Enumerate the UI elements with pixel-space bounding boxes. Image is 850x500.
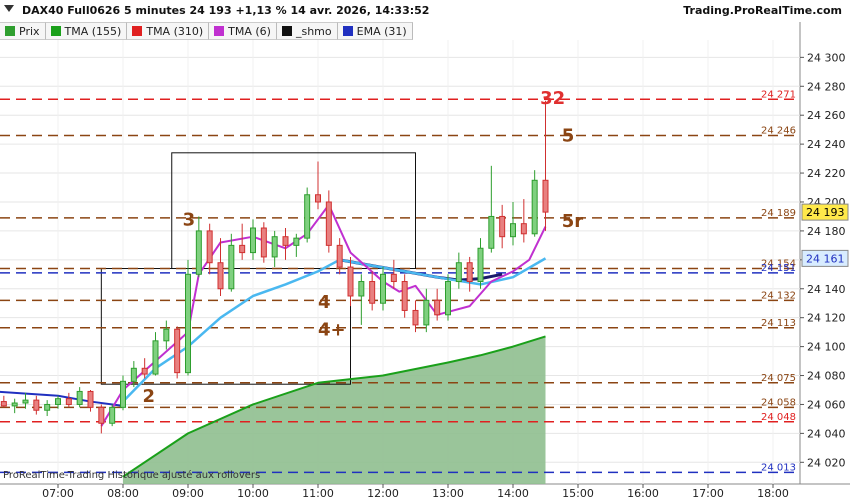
level-label: 24 189 xyxy=(761,208,796,219)
candle-body xyxy=(412,309,419,326)
candle-body xyxy=(488,215,495,249)
x-tick-label: 07:00 xyxy=(42,487,74,500)
wave-label: 4+ xyxy=(318,319,346,340)
y-tick-label: 24 020 xyxy=(807,456,846,469)
candle-body xyxy=(76,390,83,405)
x-tick-label: 11:00 xyxy=(302,487,334,500)
candle-body xyxy=(390,273,397,283)
candle-body xyxy=(499,215,506,238)
level-label: 24 075 xyxy=(761,373,796,384)
level-label: 24 246 xyxy=(761,125,796,136)
x-tick-label: 17:00 xyxy=(692,487,724,500)
candle-body xyxy=(217,262,224,290)
candle-body xyxy=(347,266,354,297)
wave-label: 5 xyxy=(562,125,575,146)
x-tick-label: 18:00 xyxy=(757,487,789,500)
candle-body xyxy=(141,367,148,375)
candle-body xyxy=(87,390,94,408)
y-tick-label: 24 140 xyxy=(807,283,846,296)
candle-body xyxy=(44,403,51,411)
candle-body xyxy=(434,299,441,316)
y-tick-label: 24 100 xyxy=(807,341,846,354)
watermark-text: ProRealTime-Trading Historique ajusté au… xyxy=(3,470,261,481)
candle-body xyxy=(304,194,311,239)
candle-body xyxy=(174,328,181,374)
y-tick-label: 24 040 xyxy=(807,427,846,440)
candle-body xyxy=(520,223,527,235)
y-tick-label: 24 120 xyxy=(807,312,846,325)
x-tick-label: 12:00 xyxy=(367,487,399,500)
wave-label: 32 xyxy=(540,88,565,109)
wave-label: 3 xyxy=(183,209,196,230)
y-tick-label: 24 220 xyxy=(807,167,846,180)
candle-body xyxy=(380,273,386,304)
candle-body xyxy=(282,236,289,246)
candle-body xyxy=(260,227,267,258)
candle-body xyxy=(195,230,202,275)
candle-body xyxy=(163,328,170,342)
candle-body xyxy=(250,227,256,254)
candle-body xyxy=(466,262,473,283)
wave-label: 2 xyxy=(143,386,156,407)
candle-body xyxy=(271,236,278,258)
candle-body xyxy=(33,399,40,411)
candle-body xyxy=(369,281,376,304)
level-label: 24 151 xyxy=(761,263,796,274)
candle-body xyxy=(109,406,116,424)
candle-body xyxy=(293,237,300,246)
candle-body xyxy=(152,340,159,375)
candle-body xyxy=(98,406,105,424)
candle-body xyxy=(510,223,516,238)
price-tag-label: 24 193 xyxy=(806,206,845,219)
candle-body xyxy=(445,281,451,316)
candle-body xyxy=(336,244,343,268)
candle-body xyxy=(315,194,321,203)
candle-body xyxy=(120,380,126,408)
price-tag-label: 24 161 xyxy=(806,252,845,265)
y-tick-label: 24 240 xyxy=(807,138,846,151)
wave-label: 5r xyxy=(562,211,584,232)
candle-body xyxy=(325,201,332,246)
y-tick-label: 24 080 xyxy=(807,370,846,383)
candle-body xyxy=(185,273,191,374)
x-tick-label: 13:00 xyxy=(432,487,464,500)
candle-body xyxy=(11,402,18,407)
x-tick-label: 09:00 xyxy=(172,487,204,500)
candle-body xyxy=(239,244,246,254)
x-tick-label: 10:00 xyxy=(237,487,269,500)
candle-body xyxy=(401,281,408,311)
candle-body xyxy=(477,247,484,283)
level-label: 24 132 xyxy=(761,290,796,301)
candle-body xyxy=(130,367,137,382)
candle-body xyxy=(455,262,462,283)
candle-body xyxy=(228,244,235,290)
candle-body xyxy=(55,398,61,405)
y-tick-label: 24 300 xyxy=(807,51,846,64)
candle-body xyxy=(0,401,7,407)
price-chart[interactable]: 24 02024 04024 06024 08024 10024 12024 1… xyxy=(0,0,850,500)
candle-body xyxy=(542,179,549,213)
x-tick-label: 15:00 xyxy=(562,487,594,500)
level-label: 24 058 xyxy=(761,397,796,408)
candle-body xyxy=(206,230,213,264)
wave-label: 4 xyxy=(318,292,331,313)
x-tick-label: 08:00 xyxy=(107,487,139,500)
candle-body xyxy=(65,398,72,405)
x-tick-label: 14:00 xyxy=(497,487,529,500)
level-label: 24 048 xyxy=(761,412,796,423)
candle-body xyxy=(423,299,430,326)
level-label: 24 013 xyxy=(761,462,796,473)
level-label: 24 113 xyxy=(761,318,796,329)
y-tick-label: 24 280 xyxy=(807,80,846,93)
level-label: 24 271 xyxy=(761,89,796,100)
y-tick-label: 24 180 xyxy=(807,225,846,238)
x-tick-label: 16:00 xyxy=(627,487,659,500)
candle-body xyxy=(22,399,29,404)
candle-body xyxy=(358,281,365,297)
y-tick-label: 24 060 xyxy=(807,398,846,411)
y-tick-label: 24 260 xyxy=(807,109,846,122)
candle-body xyxy=(531,179,538,235)
